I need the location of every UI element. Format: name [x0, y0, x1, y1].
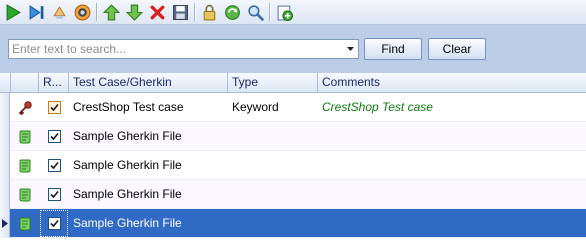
table-row[interactable]: Sample Gherkin File	[0, 122, 586, 151]
table-row[interactable]: CrestShop Test case Keyword CrestShop Te…	[0, 93, 586, 122]
play-icon[interactable]	[2, 1, 24, 23]
toolbar-separator	[194, 3, 195, 21]
row-indicator[interactable]	[0, 180, 10, 209]
table-row[interactable]: Sample Gherkin File	[0, 180, 586, 209]
search-panel: Find Clear	[0, 25, 586, 73]
comment-cell	[318, 209, 586, 238]
toolbar	[0, 0, 586, 25]
find-icon[interactable]	[244, 1, 266, 23]
record-icon[interactable]	[71, 1, 93, 23]
comment-cell	[318, 180, 586, 209]
test-case-grid: R... Test Case/Gherkin Type Comments Cre…	[0, 73, 586, 247]
grid-header: R... Test Case/Gherkin Type Comments	[0, 73, 586, 93]
type-cell	[228, 180, 318, 209]
run-checkbox[interactable]	[39, 180, 69, 209]
row-indicator-header	[0, 73, 11, 93]
comment-cell: CrestShop Test case	[322, 100, 433, 114]
column-header-name[interactable]: Test Case/Gherkin	[69, 73, 228, 93]
lock-icon[interactable]	[198, 1, 220, 23]
row-indicator[interactable]	[0, 93, 10, 122]
column-header-type[interactable]: Type	[228, 73, 318, 93]
row-indicator[interactable]	[0, 209, 10, 238]
test-case-name: Sample Gherkin File	[73, 129, 182, 143]
table-row-selected[interactable]: Sample Gherkin File	[0, 209, 586, 238]
sweep-icon[interactable]	[48, 1, 70, 23]
test-case-key-icon	[11, 93, 39, 122]
test-case-name: Sample Gherkin File	[73, 158, 182, 172]
refresh-icon[interactable]	[221, 1, 243, 23]
run-checkbox[interactable]	[39, 93, 69, 122]
test-case-name: CrestShop Test case	[73, 100, 184, 114]
gherkin-file-icon	[11, 209, 39, 238]
run-checkbox[interactable]	[39, 209, 69, 238]
delete-icon[interactable]	[146, 1, 168, 23]
test-case-name: Sample Gherkin File	[73, 187, 182, 201]
row-indicator[interactable]	[0, 151, 10, 180]
current-row-arrow-icon	[2, 219, 8, 228]
search-combobox[interactable]	[8, 39, 359, 59]
row-indicator[interactable]	[0, 122, 10, 151]
run-checkbox[interactable]	[39, 122, 69, 151]
find-button[interactable]: Find	[364, 38, 422, 60]
toolbar-separator	[269, 3, 270, 21]
column-header-run[interactable]: R...	[39, 73, 69, 93]
save-icon[interactable]	[169, 1, 191, 23]
test-case-name: Sample Gherkin File	[73, 216, 182, 230]
gherkin-file-icon	[11, 151, 39, 180]
dropdown-arrow-icon[interactable]	[342, 40, 358, 58]
type-cell	[228, 209, 318, 238]
search-input[interactable]	[9, 40, 341, 58]
gherkin-file-icon	[11, 122, 39, 151]
icon-column-header	[11, 73, 39, 93]
move-down-icon[interactable]	[123, 1, 145, 23]
gherkin-file-icon	[11, 180, 39, 209]
add-icon[interactable]	[273, 1, 295, 23]
run-checkbox[interactable]	[39, 151, 69, 180]
clear-button[interactable]: Clear	[428, 38, 486, 60]
step-into-icon[interactable]	[25, 1, 47, 23]
toolbar-separator	[96, 3, 97, 21]
column-header-comments[interactable]: Comments	[318, 73, 586, 93]
table-row[interactable]: Sample Gherkin File	[0, 151, 586, 180]
type-cell	[228, 151, 318, 180]
move-up-icon[interactable]	[100, 1, 122, 23]
type-cell: Keyword	[232, 100, 279, 114]
comment-cell	[318, 151, 586, 180]
type-cell	[228, 122, 318, 151]
comment-cell	[318, 122, 586, 151]
